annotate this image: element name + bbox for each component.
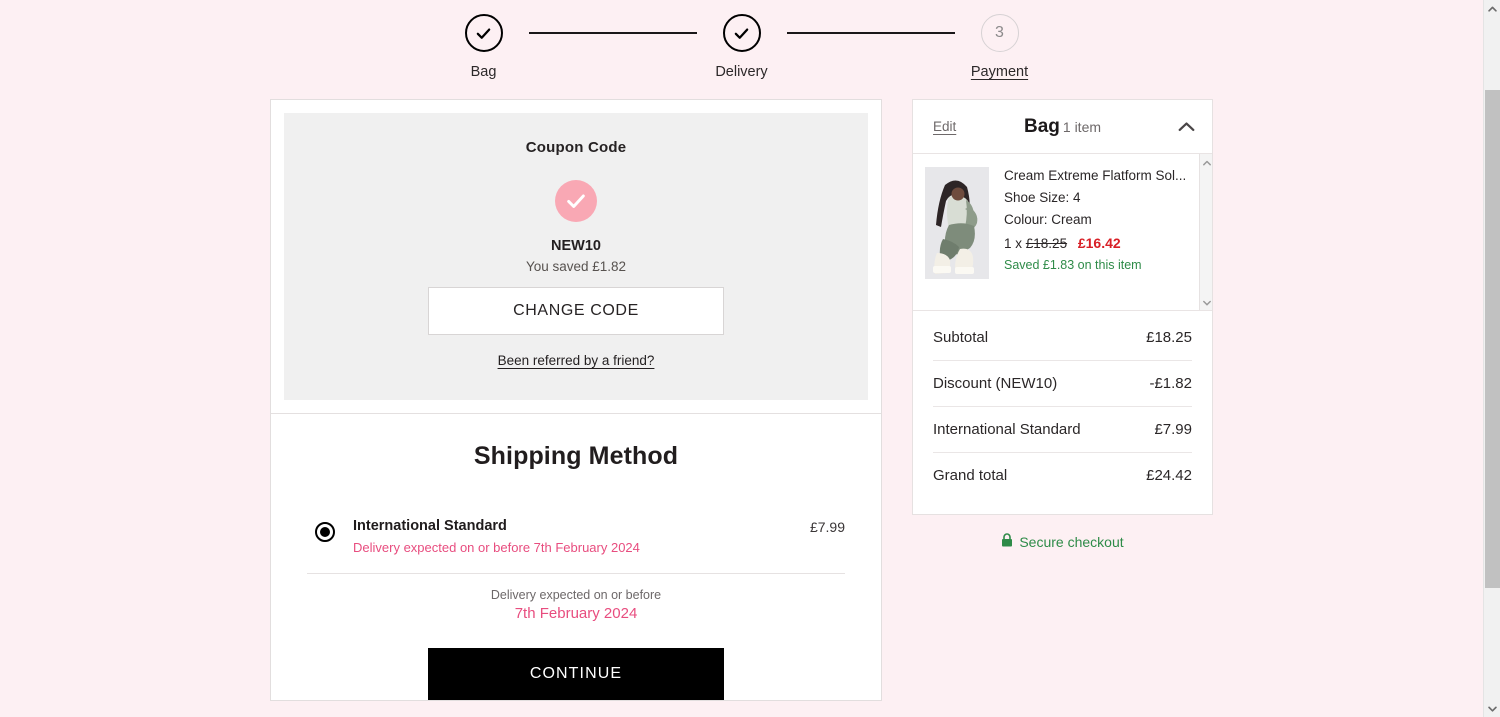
bag-header: Edit Bag 1 item bbox=[913, 100, 1212, 154]
scrollbar-up-arrow-icon[interactable] bbox=[1484, 0, 1500, 17]
scroll-down-icon[interactable] bbox=[1200, 296, 1212, 309]
coupon-title: Coupon Code bbox=[525, 139, 627, 156]
step-delivery-label: Delivery bbox=[715, 64, 768, 80]
bag-item-title[interactable]: Cream Extreme Flatform Sol... bbox=[1004, 168, 1186, 183]
order-totals: Subtotal £18.25 Discount (NEW10) -£1.82 … bbox=[913, 311, 1212, 514]
lock-icon bbox=[1001, 533, 1013, 550]
stepper-connector-1 bbox=[528, 32, 697, 34]
shipping-option-name: International Standard bbox=[353, 518, 507, 534]
bag-item-now-price: £16.42 bbox=[1077, 235, 1121, 251]
step-payment[interactable]: 3 Payment bbox=[955, 14, 1045, 80]
step-payment-circle: 3 bbox=[980, 14, 1019, 52]
total-label: Grand total bbox=[933, 467, 1008, 484]
step-bag-label: Bag bbox=[470, 64, 497, 80]
total-value: £24.42 bbox=[1146, 467, 1192, 484]
scroll-up-icon[interactable] bbox=[1200, 156, 1212, 169]
bag-heading-title: Bag bbox=[1023, 115, 1060, 137]
checkout-layout: Coupon Code NEW10 You saved £1.82 CHANGE… bbox=[0, 99, 1483, 701]
bag-item-was-price: £18.25 bbox=[1025, 236, 1068, 251]
radio-selected-dot bbox=[320, 527, 330, 537]
bag-heading: Bag 1 item bbox=[913, 116, 1212, 138]
bag-list-scrollbar[interactable] bbox=[1199, 154, 1212, 310]
coupon-saved-text: You saved £1.82 bbox=[525, 259, 627, 274]
shipping-method-title: Shipping Method bbox=[473, 442, 679, 470]
total-row-grand-total: Grand total £24.42 bbox=[933, 453, 1192, 498]
shipping-options-list: International Standard Delivery expected… bbox=[307, 517, 845, 574]
continue-button[interactable]: CONTINUE bbox=[428, 648, 724, 700]
step-delivery[interactable]: Delivery bbox=[697, 14, 787, 80]
step-payment-number: 3 bbox=[995, 24, 1004, 41]
total-value: £18.25 bbox=[1146, 329, 1192, 346]
total-value: £7.99 bbox=[1154, 421, 1192, 438]
shipping-option-radio[interactable] bbox=[315, 522, 335, 542]
edit-bag-link[interactable]: Edit bbox=[933, 119, 956, 134]
total-label: Discount (NEW10) bbox=[933, 375, 1058, 392]
scrollbar-down-arrow-icon[interactable] bbox=[1484, 700, 1500, 717]
referred-by-friend-link[interactable]: Been referred by a friend? bbox=[498, 353, 655, 368]
secure-checkout-note: Secure checkout bbox=[912, 533, 1213, 550]
browser-scrollbar[interactable] bbox=[1483, 0, 1500, 717]
step-payment-label: Payment bbox=[970, 64, 1029, 80]
change-code-button[interactable]: CHANGE CODE bbox=[428, 287, 724, 335]
step-bag[interactable]: Bag bbox=[439, 14, 529, 80]
shipping-option-international-standard[interactable]: International Standard Delivery expected… bbox=[307, 517, 845, 574]
coupon-panel: Coupon Code NEW10 You saved £1.82 CHANGE… bbox=[284, 113, 868, 400]
total-label: Subtotal bbox=[933, 329, 989, 346]
bag-item-quantity: 1 x bbox=[1004, 236, 1023, 251]
order-summary-column: Edit Bag 1 item Cream Extreme Flatform S… bbox=[912, 99, 1213, 550]
coupon-code-value: NEW10 bbox=[551, 238, 601, 254]
stepper-connector-2 bbox=[786, 32, 955, 34]
delivery-estimate-block: Delivery expected on or before 7th Febru… bbox=[307, 588, 845, 622]
total-row-subtotal: Subtotal £18.25 bbox=[933, 315, 1192, 361]
bag-item: Cream Extreme Flatform Sol... Shoe Size:… bbox=[1004, 167, 1186, 310]
bag-item-saved-text: Saved £1.83 on this item bbox=[1004, 258, 1142, 272]
step-bag-circle bbox=[464, 14, 503, 52]
page-viewport: Bag Delivery 3 Payment Coupon Code NEW10… bbox=[0, 0, 1483, 717]
delivery-estimate-date: 7th February 2024 bbox=[514, 605, 638, 622]
chevron-up-icon[interactable] bbox=[1174, 115, 1198, 139]
shipping-option-info: International Standard Delivery expected… bbox=[353, 517, 810, 555]
bag-summary-card: Edit Bag 1 item Cream Extreme Flatform S… bbox=[912, 99, 1213, 515]
bag-item-count: 1 item bbox=[1062, 118, 1102, 135]
total-value: -£1.82 bbox=[1149, 375, 1192, 392]
checkout-progress-stepper: Bag Delivery 3 Payment bbox=[0, 0, 1483, 80]
bag-item-price-row: 1 x £18.25 £16.42 bbox=[1004, 235, 1186, 251]
shipping-method-section: Shipping Method International Standard D… bbox=[271, 414, 881, 700]
shipping-option-price: £7.99 bbox=[809, 519, 845, 535]
total-row-shipping: International Standard £7.99 bbox=[933, 407, 1192, 453]
shipping-option-eta: Delivery expected on or before 7th Febru… bbox=[353, 540, 640, 555]
step-delivery-circle bbox=[722, 14, 761, 52]
product-thumbnail[interactable] bbox=[925, 167, 989, 279]
coupon-applied-check-icon bbox=[555, 180, 597, 222]
bag-item-size: Shoe Size: 4 bbox=[1004, 190, 1081, 205]
check-icon bbox=[733, 25, 750, 42]
bag-items-list: Cream Extreme Flatform Sol... Shoe Size:… bbox=[913, 154, 1212, 311]
check-icon bbox=[475, 25, 492, 42]
checkout-main-card: Coupon Code NEW10 You saved £1.82 CHANGE… bbox=[270, 99, 882, 701]
secure-checkout-label: Secure checkout bbox=[1019, 533, 1124, 550]
scrollbar-thumb[interactable] bbox=[1485, 90, 1500, 588]
delivery-estimate-label: Delivery expected on or before bbox=[490, 588, 662, 602]
total-label: International Standard bbox=[933, 421, 1081, 438]
bag-item-colour: Colour: Cream bbox=[1004, 212, 1092, 227]
total-row-discount: Discount (NEW10) -£1.82 bbox=[933, 361, 1192, 407]
